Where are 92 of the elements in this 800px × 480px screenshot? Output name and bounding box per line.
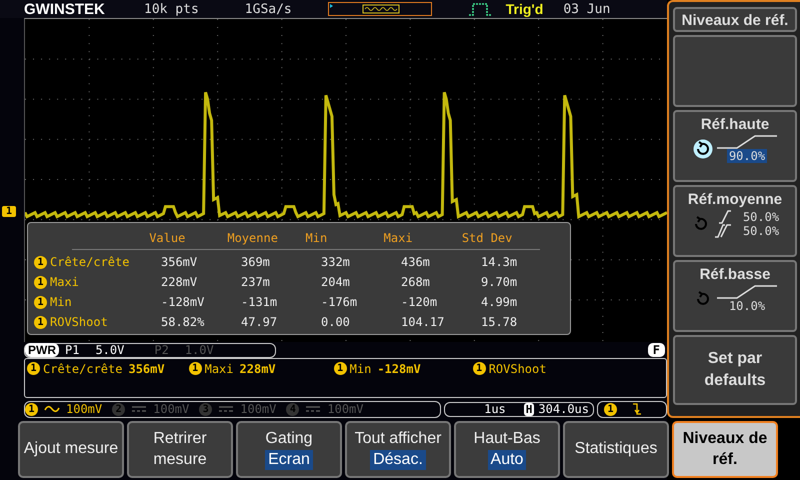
table-cell-text: 14.3m: [481, 255, 518, 269]
table-cell-text: 332m: [321, 255, 351, 269]
channel-badge: 1: [334, 362, 347, 375]
softkey-button[interactable]: Haut-Bas Auto: [454, 421, 560, 478]
level-value: 50.0%: [742, 210, 780, 224]
table-cell-text: 4.99m: [481, 295, 518, 309]
channel-scale: 100mV: [327, 402, 364, 416]
sample-rate: 1GSa/s: [244, 2, 292, 16]
table-cell-text: 228mV: [161, 275, 198, 289]
table-cell-text: 58.82%: [161, 315, 206, 329]
table-cell-text: 436m: [401, 255, 431, 269]
level-label: Réf.moyenne: [688, 191, 782, 208]
column-header: Std Dev: [462, 231, 514, 245]
measurement-name: Crête/crête: [50, 255, 130, 269]
trigger-pulse-icon: [468, 2, 492, 16]
measurement-name: Maxi: [204, 362, 234, 376]
level-value: 90.0%: [726, 149, 768, 163]
dc-coupling-icon: [131, 404, 148, 414]
column-header: Min: [306, 231, 328, 245]
trigger-status: Trig'd: [506, 1, 544, 17]
channel-badge: 1: [472, 362, 486, 375]
softkey-button[interactable]: Retrirer mesure: [127, 421, 233, 478]
channel-badge: 1: [188, 362, 202, 375]
table-cell-text: -120m: [401, 295, 438, 309]
level-value: 10.0%: [728, 299, 766, 313]
level-label: Réf.basse: [700, 266, 770, 283]
function-badge: F: [648, 343, 665, 357]
measurement-name: ROVShoot: [488, 362, 546, 376]
measurement-name: Min: [50, 295, 73, 309]
channel-marker: 1: [2, 206, 16, 217]
horizontal-position: 304.0us: [538, 402, 589, 416]
softkey-button[interactable]: Tout afficher Désac.: [345, 421, 451, 478]
softkey-button[interactable]: Gating Ecran: [236, 421, 342, 478]
channel-badge: 1: [34, 256, 47, 268]
dc-coupling-icon: [218, 404, 234, 414]
level-label: Réf.haute: [700, 116, 770, 133]
column-header: Value: [149, 231, 186, 245]
table-cell-text: 104.17: [401, 315, 446, 329]
reference-level-button[interactable]: Réf.haute 90.0%: [673, 110, 797, 182]
rising-edge-icon: [717, 285, 777, 299]
table-cell-text: 9.70m: [481, 275, 518, 289]
table-cell-text: 237m: [241, 275, 271, 289]
record-length: 10k pts: [144, 2, 199, 16]
channel-scale: 100mV: [66, 402, 102, 416]
date-label: 03 Jun: [563, 2, 610, 16]
level-value: 50.0%: [742, 224, 780, 238]
channel-number: 1: [25, 402, 38, 416]
channel-badge: 1: [34, 276, 47, 288]
probe-value: 1.0V: [184, 343, 214, 357]
ac-coupling-icon: [44, 404, 60, 414]
falling-edge-icon: [632, 402, 642, 416]
power-label: PWR: [25, 343, 59, 357]
reference-level-button[interactable]: Réf.basse 10.0%: [673, 260, 797, 332]
table-cell-text: -176m: [321, 295, 358, 309]
table-cell-text: 369m: [241, 255, 271, 269]
channel-badge: 1: [27, 362, 40, 375]
menu-title: Niveaux de réf.: [673, 7, 797, 32]
defaults-button[interactable]: Set par defaults: [673, 335, 797, 405]
timebase-scale: 1us: [484, 402, 506, 416]
measurement-name: Maxi: [50, 275, 80, 289]
measurement-value: 356mV: [128, 362, 165, 376]
probe-value: 5.0V: [95, 343, 124, 357]
channel-badge: 1: [604, 402, 617, 416]
probe-name: P2: [154, 343, 169, 357]
brand-logo: GWINSTEK: [24, 0, 106, 18]
table-cell-text: 15.78: [481, 315, 518, 329]
softkey-button[interactable]: Niveaux de réf.: [672, 421, 778, 478]
measurement-name: Crête/crête: [43, 362, 122, 376]
softkey-button[interactable]: Statistiques: [563, 421, 669, 478]
channel-badge: 1: [34, 296, 47, 308]
measurement-value: 228mV: [240, 362, 276, 376]
channel-scale: 100mV: [240, 402, 276, 416]
table-cell-text: -128mV: [161, 295, 206, 309]
table-cell-text: -131m: [241, 295, 278, 309]
table-cell-text: 268m: [401, 275, 431, 289]
reference-level-button[interactable]: Réf.moyenne 50.0% 50.0%: [673, 185, 797, 257]
dc-coupling-icon: [305, 404, 322, 414]
table-cell-text: 204m: [321, 275, 351, 289]
table-cell-text: 0.00: [321, 315, 351, 329]
measurement-name: Min: [350, 362, 372, 376]
probe-name: P1: [65, 343, 80, 357]
channel-scale: 100mV: [153, 402, 190, 416]
channel-badge: 1: [34, 316, 47, 328]
table-cell-text: 356mV: [161, 255, 198, 269]
column-header: Moyenne: [227, 231, 279, 245]
horizontal-badge: H: [524, 402, 534, 416]
measurement-value: -128mV: [377, 362, 421, 376]
table-cell-text: 47.97: [241, 315, 278, 329]
column-header: Maxi: [384, 231, 414, 245]
softkey-button[interactable]: Ajout mesure: [18, 421, 124, 478]
measurement-name: ROVShoot: [50, 315, 109, 329]
rising-edge-icon: [717, 135, 777, 149]
